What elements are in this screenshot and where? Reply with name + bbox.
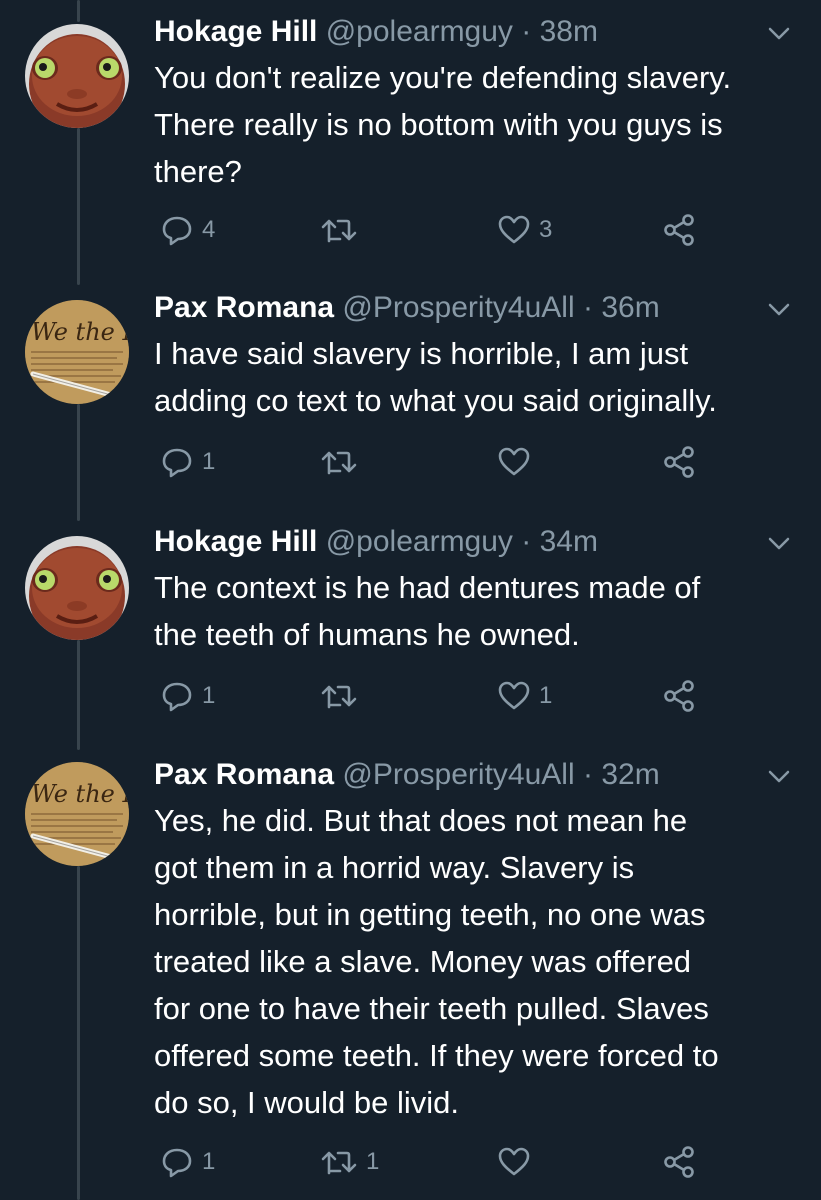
share-icon xyxy=(664,446,694,478)
separator: · xyxy=(521,525,532,558)
timestamp[interactable]: 38m xyxy=(540,15,598,48)
retweet-count: 1 xyxy=(366,1148,380,1175)
like-button[interactable] xyxy=(497,442,539,482)
tweet-header: Hokage Hill @polearmguy · 38m xyxy=(154,12,805,52)
separator: · xyxy=(582,758,593,791)
display-name[interactable]: Pax Romana xyxy=(154,758,334,791)
retweet-icon xyxy=(321,451,357,475)
display-name[interactable]: Pax Romana xyxy=(154,291,334,324)
avatar[interactable]: We the Peo xyxy=(25,762,129,866)
avatar[interactable]: We the Peo xyxy=(25,300,129,404)
retweet-icon xyxy=(321,219,357,243)
share-icon xyxy=(664,214,694,246)
retweet-button[interactable] xyxy=(320,442,366,482)
like-count: 1 xyxy=(539,682,553,709)
heart-icon xyxy=(498,215,530,244)
reply-button[interactable]: 1 xyxy=(160,1142,215,1182)
share-button[interactable] xyxy=(662,210,696,250)
reply-count: 1 xyxy=(202,1148,216,1175)
timestamp[interactable]: 32m xyxy=(601,758,659,791)
tweet[interactable]: We the Peo Pax Romana @Prosperity4uAll ·… xyxy=(0,278,821,508)
tweet-actions: 1 1 xyxy=(154,676,714,716)
display-name[interactable]: Hokage Hill xyxy=(154,15,317,48)
constitution-document-avatar: We the Peo xyxy=(25,300,129,404)
share-icon xyxy=(664,1146,694,1178)
tweet-text: I have said slavery is horrible, I am ju… xyxy=(154,336,717,418)
tweet-actions: 1 xyxy=(154,442,714,482)
avatar[interactable] xyxy=(25,24,129,128)
timestamp[interactable]: 34m xyxy=(540,525,598,558)
tweet[interactable]: Hokage Hill @polearmguy · 34m The contex… xyxy=(0,514,821,744)
retweet-button[interactable]: 1 xyxy=(320,1142,379,1182)
timestamp[interactable]: 36m xyxy=(601,291,659,324)
separator: · xyxy=(582,291,593,324)
heart-icon xyxy=(498,681,530,710)
share-icon xyxy=(664,680,694,712)
tweet[interactable]: Hokage Hill @polearmguy · 38m You don't … xyxy=(0,0,821,270)
handle[interactable]: @polearmguy xyxy=(326,525,513,558)
tweet-text: You don't realize you're defending slave… xyxy=(154,60,732,189)
tweet-actions: 4 3 xyxy=(154,210,714,250)
heart-icon xyxy=(498,447,530,476)
like-count: 3 xyxy=(539,216,553,243)
reply-button[interactable]: 1 xyxy=(160,442,215,482)
handle[interactable]: @polearmguy xyxy=(326,15,513,48)
tweet-header: Pax Romana @Prosperity4uAll · 32m xyxy=(154,755,805,795)
avatar[interactable] xyxy=(25,536,129,640)
reply-button[interactable]: 1 xyxy=(160,676,215,716)
constitution-document-avatar: We the Peo xyxy=(25,762,129,866)
share-button[interactable] xyxy=(662,442,696,482)
cartoon-face-avatar xyxy=(25,536,129,640)
tweet-text: The context is he had dentures made of t… xyxy=(154,570,701,652)
chevron-down-icon[interactable] xyxy=(765,528,793,556)
share-button[interactable] xyxy=(662,1142,696,1182)
retweet-icon xyxy=(321,1151,357,1175)
reply-icon xyxy=(162,448,192,478)
reply-icon xyxy=(162,1148,192,1178)
tweet-actions: 1 1 xyxy=(154,1142,714,1182)
retweet-button[interactable] xyxy=(320,676,366,716)
tweet-text: Yes, he did. But that does not mean he g… xyxy=(154,803,719,1120)
reply-count: 4 xyxy=(202,216,216,243)
handle[interactable]: @Prosperity4uAll xyxy=(342,758,574,791)
like-button[interactable]: 3 xyxy=(497,210,552,250)
chevron-down-icon[interactable] xyxy=(765,294,793,322)
reply-count: 1 xyxy=(202,682,216,709)
chevron-down-icon[interactable] xyxy=(765,18,793,46)
reply-icon xyxy=(162,216,192,246)
display-name[interactable]: Hokage Hill xyxy=(154,525,317,558)
cartoon-face-avatar xyxy=(25,24,129,128)
share-button[interactable] xyxy=(662,676,696,716)
retweet-icon xyxy=(321,685,357,709)
svg-text:We the Peo: We the Peo xyxy=(31,780,129,808)
reply-count: 1 xyxy=(202,448,216,475)
tweet-header: Pax Romana @Prosperity4uAll · 36m xyxy=(154,288,805,328)
reply-button[interactable]: 4 xyxy=(160,210,215,250)
like-button[interactable] xyxy=(497,1142,539,1182)
tweet[interactable]: We the Peo Pax Romana @Prosperity4uAll ·… xyxy=(0,750,821,1200)
like-button[interactable]: 1 xyxy=(497,676,552,716)
handle[interactable]: @Prosperity4uAll xyxy=(342,291,574,324)
retweet-button[interactable] xyxy=(320,210,366,250)
heart-icon xyxy=(498,1147,530,1176)
reply-icon xyxy=(162,682,192,712)
chevron-down-icon[interactable] xyxy=(765,761,793,789)
separator: · xyxy=(521,15,532,48)
svg-text:We the Peo: We the Peo xyxy=(31,318,129,346)
tweet-header: Hokage Hill @polearmguy · 34m xyxy=(154,522,805,562)
